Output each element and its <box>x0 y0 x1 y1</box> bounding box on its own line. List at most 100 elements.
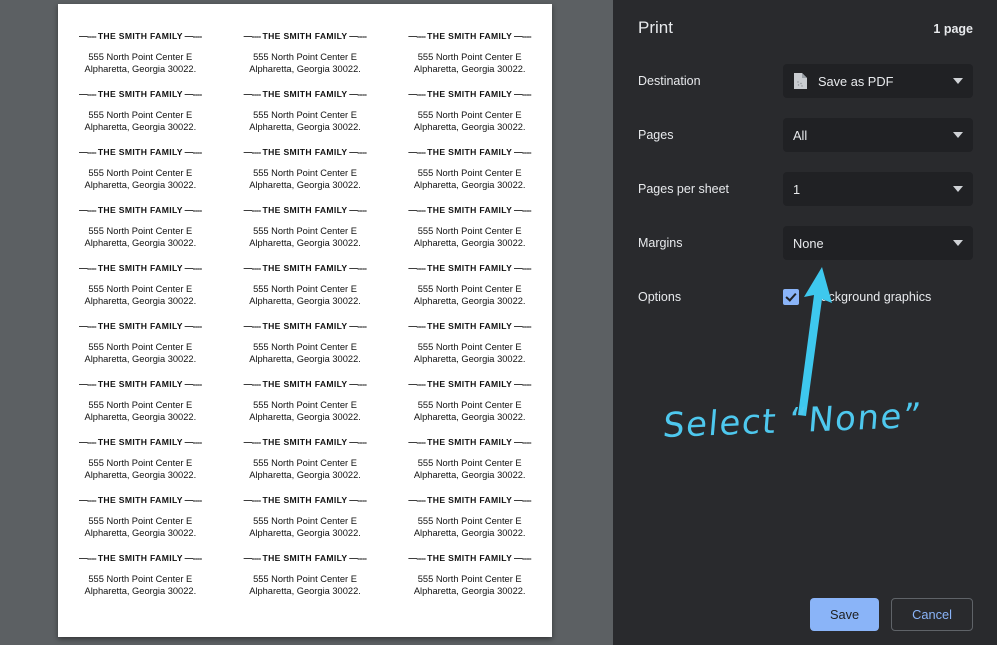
pages-label: Pages <box>638 128 783 142</box>
label-family-name: THE SMITH FAMILY <box>427 263 512 273</box>
label-dash-right: —---- <box>183 379 202 389</box>
background-graphics-label: Background graphics <box>813 290 931 304</box>
label-dash-right: —---- <box>348 437 367 447</box>
label-row: —---- THE SMITH FAMILY —---- 555 North Po… <box>58 262 552 320</box>
label-dash-right: —---- <box>348 147 367 157</box>
label-address-line1: 555 North Point Center E <box>58 515 223 527</box>
label-title: —---- THE SMITH FAMILY —---- <box>223 88 388 100</box>
label-address-line1: 555 North Point Center E <box>223 399 388 411</box>
label-address-line2: Alpharetta, Georgia 30022. <box>223 527 388 539</box>
label-address-line1: 555 North Point Center E <box>58 51 223 63</box>
label-dash-left: —---- <box>408 379 427 389</box>
address-label: —---- THE SMITH FAMILY —----555 North Po… <box>223 436 388 494</box>
label-address-line2: Alpharetta, Georgia 30022. <box>58 179 223 191</box>
label-title: —---- THE SMITH FAMILY —---- <box>387 204 552 216</box>
label-address-line1: 555 North Point Center E <box>58 341 223 353</box>
print-preview-area: —---- THE SMITH FAMILY —----555 North Po… <box>0 0 613 645</box>
address-label: —---- THE SMITH FAMILY —----555 North Po… <box>387 146 552 204</box>
address-label: —---- THE SMITH FAMILY —----555 North Po… <box>58 30 223 88</box>
pages-select[interactable]: All <box>783 118 973 152</box>
label-address: 555 North Point Center EAlpharetta, Geor… <box>58 109 223 134</box>
setting-row-options: Options Background graphics <box>638 270 973 324</box>
label-address-line2: Alpharetta, Georgia 30022. <box>58 237 223 249</box>
pages-per-sheet-select[interactable]: 1 <box>783 172 973 206</box>
label-dash-left: —---- <box>79 147 98 157</box>
label-title: —---- THE SMITH FAMILY —---- <box>387 552 552 564</box>
label-row: —---- THE SMITH FAMILY —---- 555 North Po… <box>58 146 552 204</box>
label-address: 555 North Point Center EAlpharetta, Geor… <box>387 225 552 250</box>
label-family-name: THE SMITH FAMILY <box>98 553 183 563</box>
label-dash-right: —---- <box>183 205 202 215</box>
cancel-button[interactable]: Cancel <box>891 598 973 631</box>
label-dash-left: —---- <box>408 263 427 273</box>
address-label: —---- THE SMITH FAMILY —---- 555 North Po… <box>223 378 388 436</box>
setting-row-pages: Pages All <box>638 108 973 162</box>
address-label: —---- THE SMITH FAMILY —----555 North Po… <box>387 30 552 88</box>
label-family-name: THE SMITH FAMILY <box>98 495 183 505</box>
save-button[interactable]: Save <box>810 598 879 631</box>
label-title: —---- THE SMITH FAMILY —---- <box>223 378 388 390</box>
label-family-name: THE SMITH FAMILY <box>427 31 512 41</box>
label-title: —---- THE SMITH FAMILY —---- <box>223 552 388 564</box>
label-address-line2: Alpharetta, Georgia 30022. <box>387 527 552 539</box>
label-title: —---- THE SMITH FAMILY —---- <box>58 146 223 158</box>
label-dash-right: —---- <box>348 553 367 563</box>
label-dash-right: —---- <box>512 379 531 389</box>
margins-select[interactable]: None <box>783 226 973 260</box>
label-dash-right: —---- <box>348 379 367 389</box>
label-dash-left: —---- <box>408 437 427 447</box>
label-dash-left: —---- <box>244 31 263 41</box>
label-dash-left: —---- <box>244 553 263 563</box>
label-address: 555 North Point Center EAlpharetta, Geor… <box>223 515 388 540</box>
label-dash-right: —---- <box>512 495 531 505</box>
label-address-line2: Alpharetta, Georgia 30022. <box>58 295 223 307</box>
label-dash-right: —---- <box>512 263 531 273</box>
label-address-line1: 555 North Point Center E <box>58 573 223 585</box>
label-address-line2: Alpharetta, Georgia 30022. <box>223 63 388 75</box>
label-address-line1: 555 North Point Center E <box>58 225 223 237</box>
label-address: 555 North Point Center EAlpharetta, Geor… <box>387 573 552 598</box>
label-dash-left: —---- <box>79 553 98 563</box>
label-family-name: THE SMITH FAMILY <box>427 89 512 99</box>
label-address-line2: Alpharetta, Georgia 30022. <box>58 353 223 365</box>
label-row: —---- THE SMITH FAMILY —---- 555 North Po… <box>58 204 552 262</box>
label-dash-right: —---- <box>348 89 367 99</box>
pages-value: All <box>793 128 947 143</box>
label-address-line2: Alpharetta, Georgia 30022. <box>223 179 388 191</box>
label-title: —---- THE SMITH FAMILY —---- <box>223 436 388 448</box>
destination-select[interactable]: Save as PDF <box>783 64 973 98</box>
address-label: —---- THE SMITH FAMILY —----555 North Po… <box>223 30 388 88</box>
destination-value: Save as PDF <box>818 74 947 89</box>
label-address-line2: Alpharetta, Georgia 30022. <box>387 121 552 133</box>
address-label: —---- THE SMITH FAMILY —----555 North Po… <box>223 494 388 552</box>
label-address: 555 North Point Center EAlpharetta, Geor… <box>387 457 552 482</box>
label-family-name: THE SMITH FAMILY <box>98 321 183 331</box>
label-title: —---- THE SMITH FAMILY —---- <box>223 262 388 274</box>
label-title: —---- THE SMITH FAMILY —---- <box>387 494 552 506</box>
background-graphics-checkbox[interactable] <box>783 289 799 305</box>
chevron-down-icon <box>953 78 963 84</box>
label-address-line1: 555 North Point Center E <box>223 515 388 527</box>
label-family-name: THE SMITH FAMILY <box>263 31 348 41</box>
address-label: —---- THE SMITH FAMILY —----555 North Po… <box>58 204 223 262</box>
label-dash-right: —---- <box>348 495 367 505</box>
label-address: 555 North Point Center EAlpharetta, Geor… <box>387 51 552 76</box>
label-address: 555 North Point Center EAlpharetta, Geor… <box>58 573 223 598</box>
address-label: —---- THE SMITH FAMILY —---- 555 North Po… <box>387 204 552 262</box>
label-address-line2: Alpharetta, Georgia 30022. <box>387 237 552 249</box>
label-row: —---- THE SMITH FAMILY —----555 North Po… <box>58 30 552 88</box>
label-dash-left: —---- <box>79 321 98 331</box>
label-title: —---- THE SMITH FAMILY —---- <box>223 320 388 332</box>
label-address-line2: Alpharetta, Georgia 30022. <box>223 295 388 307</box>
address-label: —---- THE SMITH FAMILY —----555 North Po… <box>387 320 552 378</box>
label-address-line1: 555 North Point Center E <box>387 283 552 295</box>
label-family-name: THE SMITH FAMILY <box>263 263 348 273</box>
label-family-name: THE SMITH FAMILY <box>98 205 183 215</box>
label-dash-right: —---- <box>183 495 202 505</box>
dialog-header: Print 1 page <box>613 0 997 38</box>
label-family-name: THE SMITH FAMILY <box>263 553 348 563</box>
label-address: 555 North Point Center EAlpharetta, Geor… <box>387 167 552 192</box>
label-dash-right: —---- <box>512 437 531 447</box>
label-address-line1: 555 North Point Center E <box>223 573 388 585</box>
label-address: 555 North Point Center EAlpharetta, Geor… <box>387 399 552 424</box>
